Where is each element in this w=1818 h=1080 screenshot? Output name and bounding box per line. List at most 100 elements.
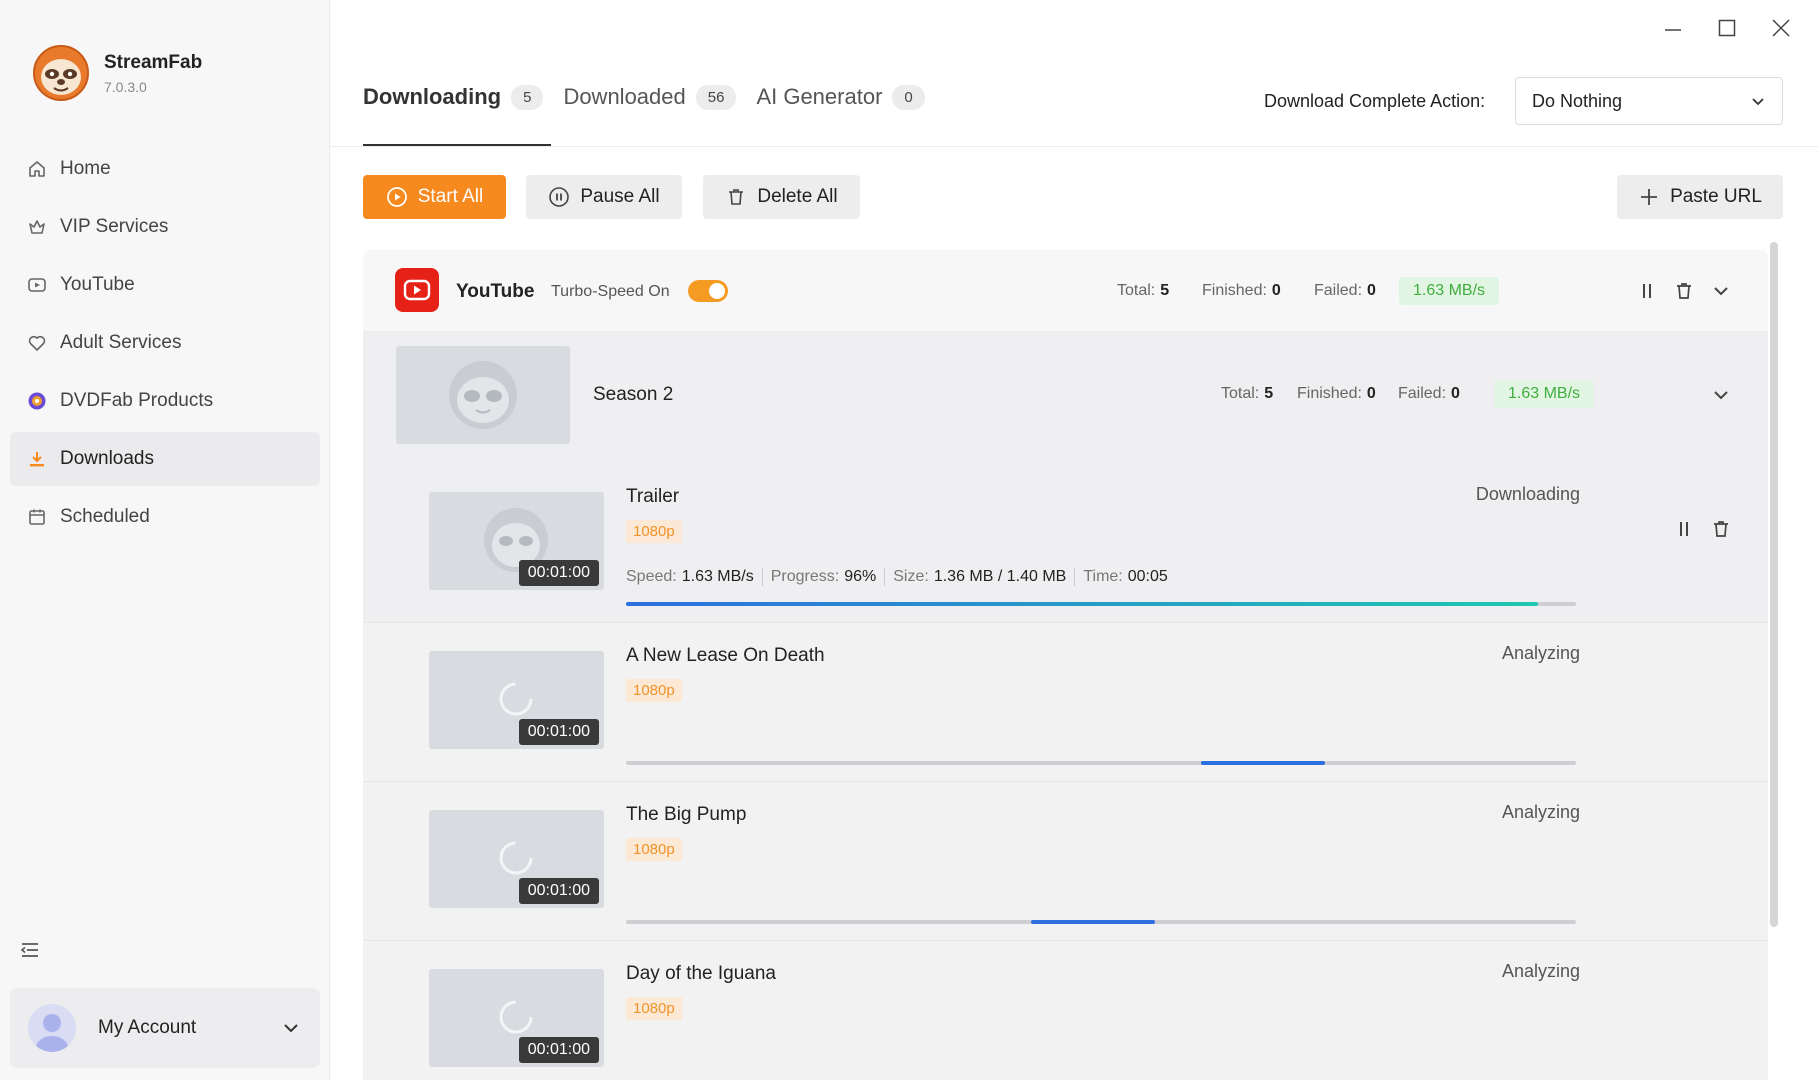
list-item: 00:01:00 A New Lease On Death 1080p Anal… bbox=[363, 623, 1768, 782]
detail-label: Size: bbox=[893, 568, 929, 585]
tab-downloaded[interactable]: Downloaded 56 bbox=[563, 84, 737, 110]
list-item: 00:01:00 Day of the Iguana 1080p Analyzi… bbox=[363, 941, 1768, 1080]
item-delete-button[interactable] bbox=[1708, 516, 1734, 542]
group-speed-badge: 1.63 MB/s bbox=[1399, 277, 1500, 305]
paste-url-label: Paste URL bbox=[1670, 186, 1762, 207]
start-all-label: Start All bbox=[417, 186, 484, 207]
group-expand-button[interactable] bbox=[1708, 278, 1734, 304]
sidebar-item-youtube[interactable]: YouTube bbox=[10, 258, 320, 312]
paste-url-button[interactable]: Paste URL bbox=[1617, 175, 1783, 219]
app-name: StreamFab bbox=[104, 51, 203, 73]
duration-badge: 00:01:00 bbox=[518, 560, 599, 586]
duration-badge: 00:01:00 bbox=[518, 719, 599, 745]
sidebar-item-downloads[interactable]: Downloads bbox=[10, 432, 320, 486]
detail-value: 1.36 MB / 1.40 MB bbox=[933, 568, 1067, 585]
item-thumbnail: 00:01:00 bbox=[429, 651, 604, 749]
sidebar-item-label: Downloads bbox=[60, 448, 154, 469]
tab-ai-generator[interactable]: AI Generator 0 bbox=[756, 84, 925, 110]
item-thumbnail: 00:01:00 bbox=[429, 810, 604, 908]
tab-bar: Downloading 5 Downloaded 56 AI Generator… bbox=[363, 84, 945, 110]
season-expand-button[interactable] bbox=[1708, 382, 1734, 408]
item-title: A New Lease On Death bbox=[626, 645, 825, 666]
sidebar-item-label: Adult Services bbox=[60, 332, 182, 353]
download-details: Speed: 1.63 MB/s Progress: 96% Size: 1.36 M… bbox=[626, 568, 1184, 586]
close-icon bbox=[1772, 19, 1790, 37]
chevron-down-icon bbox=[1714, 391, 1728, 400]
youtube-icon bbox=[26, 274, 48, 296]
sidebar-item-dvdfab-products[interactable]: DVDFab Products bbox=[10, 374, 320, 428]
collapse-sidebar-icon[interactable] bbox=[18, 938, 42, 962]
progress-bar-indeterminate bbox=[1201, 761, 1325, 765]
complete-action-select[interactable]: Do Nothing bbox=[1515, 77, 1783, 125]
maximize-button[interactable] bbox=[1700, 12, 1754, 44]
season-total: Total: 5 bbox=[1221, 385, 1273, 403]
vip-icon bbox=[26, 216, 48, 238]
sidebar: StreamFab 7.0.3.0 Home VIP Services YouT… bbox=[0, 0, 330, 1080]
quality-badge: 1080p bbox=[626, 679, 682, 702]
progress-bar-fill bbox=[626, 602, 1538, 606]
list-scrollbar[interactable] bbox=[1770, 242, 1778, 927]
turbo-speed-label: Turbo-Speed On bbox=[551, 283, 670, 300]
stat-value: 5 bbox=[1264, 385, 1274, 402]
complete-action-value: Do Nothing bbox=[1532, 90, 1623, 111]
group-pause-button[interactable] bbox=[1634, 278, 1660, 304]
download-icon bbox=[26, 448, 48, 470]
list-item: 00:01:00 Trailer 1080p Downloading Speed… bbox=[363, 464, 1768, 623]
size-detail: Size: 1.36 MB / 1.40 MB bbox=[893, 568, 1076, 586]
complete-action-label: Download Complete Action: bbox=[1264, 91, 1486, 111]
item-pause-button[interactable] bbox=[1671, 516, 1697, 542]
dvdfab-icon bbox=[26, 390, 48, 412]
youtube-logo-icon bbox=[395, 268, 439, 312]
turbo-speed-toggle[interactable] bbox=[688, 280, 728, 302]
group-finished: Finished: 0 bbox=[1202, 282, 1281, 300]
download-group-panel: YouTube Turbo-Speed On Total: 5 Finished:… bbox=[363, 250, 1768, 1080]
trash-icon bbox=[1677, 283, 1691, 299]
item-status: Downloading bbox=[1475, 484, 1580, 504]
detail-value: 00:05 bbox=[1127, 568, 1168, 585]
delete-all-label: Delete All bbox=[757, 186, 838, 207]
sidebar-item-label: YouTube bbox=[60, 274, 135, 295]
sidebar-item-home[interactable]: Home bbox=[10, 142, 320, 196]
stat-label: Total: bbox=[1117, 282, 1156, 299]
detail-value: 96% bbox=[844, 568, 877, 585]
tab-label: AI Generator bbox=[756, 84, 883, 109]
tab-label: Downloading bbox=[363, 84, 502, 109]
group-delete-button[interactable] bbox=[1671, 278, 1697, 304]
account-menu[interactable]: My Account bbox=[10, 988, 320, 1068]
duration-badge: 00:01:00 bbox=[518, 878, 599, 904]
close-button[interactable] bbox=[1754, 12, 1808, 44]
detail-value: 1.63 MB/s bbox=[681, 568, 754, 585]
stat-value: 0 bbox=[1367, 282, 1376, 299]
tab-count-badge: 56 bbox=[695, 84, 737, 110]
sidebar-item-label: VIP Services bbox=[60, 216, 169, 237]
item-status: Analyzing bbox=[1501, 802, 1580, 822]
progress-bar bbox=[626, 602, 1576, 606]
trash-icon bbox=[725, 186, 747, 208]
app-version: 7.0.3.0 bbox=[104, 78, 147, 95]
quality-badge: 1080p bbox=[626, 520, 682, 543]
sidebar-item-adult-services[interactable]: Adult Services bbox=[10, 316, 320, 370]
season-thumbnail bbox=[396, 346, 570, 444]
sidebar-item-vip-services[interactable]: VIP Services bbox=[10, 200, 320, 254]
pause-circle-icon bbox=[548, 186, 570, 208]
pause-all-label: Pause All bbox=[580, 186, 660, 207]
sidebar-item-label: Scheduled bbox=[60, 506, 150, 527]
sidebar-item-scheduled[interactable]: Scheduled bbox=[10, 490, 320, 544]
start-all-button[interactable]: Start All bbox=[363, 175, 506, 219]
detail-label: Time: bbox=[1083, 568, 1123, 585]
minimize-button[interactable] bbox=[1646, 12, 1700, 44]
speed-detail: Speed: 1.63 MB/s bbox=[626, 568, 763, 586]
plus-icon bbox=[1638, 186, 1660, 208]
quality-badge: 1080p bbox=[626, 997, 682, 1020]
tab-downloading[interactable]: Downloading 5 bbox=[363, 84, 544, 110]
header-divider bbox=[330, 146, 1818, 147]
delete-all-button[interactable]: Delete All bbox=[703, 175, 860, 219]
stat-label: Finished: bbox=[1202, 282, 1267, 299]
home-icon bbox=[26, 158, 48, 180]
progress-bar bbox=[626, 920, 1576, 924]
item-title: Trailer bbox=[626, 486, 680, 507]
pause-all-button[interactable]: Pause All bbox=[526, 175, 682, 219]
stat-label: Total: bbox=[1221, 385, 1260, 402]
progress-bar-indeterminate bbox=[1031, 920, 1155, 924]
progress-bar bbox=[626, 761, 1576, 765]
